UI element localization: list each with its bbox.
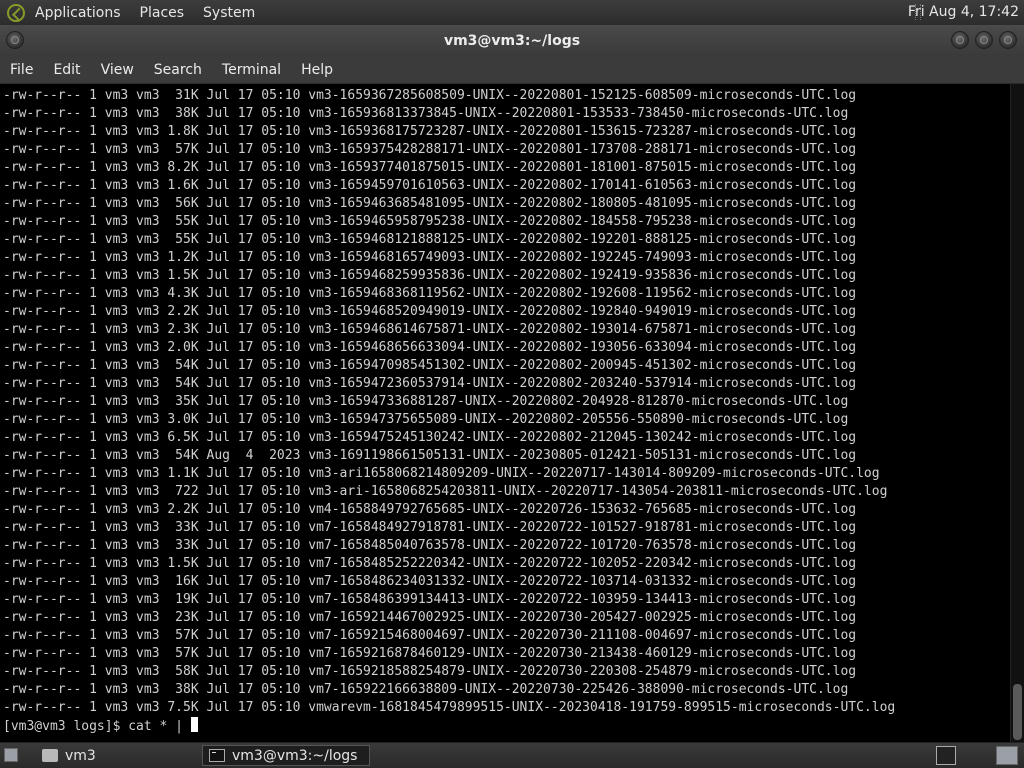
taskbar-item-file-manager[interactable]: vm3 bbox=[36, 745, 196, 766]
terminal-line: -rw-r--r-- 1 vm3 vm3 722 Jul 17 05:10 vm… bbox=[3, 484, 888, 499]
terminal-line: -rw-r--r-- 1 vm3 vm3 35K Jul 17 05:10 vm… bbox=[3, 394, 849, 409]
window-title: vm3@vm3:~/logs bbox=[443, 33, 581, 49]
workspace-switcher-icon[interactable] bbox=[996, 746, 1018, 765]
menu-terminal[interactable]: Terminal bbox=[212, 62, 291, 78]
taskbar-item-terminal[interactable]: vm3@vm3:~/logs bbox=[202, 745, 370, 766]
menu-search[interactable]: Search bbox=[144, 62, 212, 78]
terminal-line: -rw-r--r-- 1 vm3 vm3 38K Jul 17 05:10 vm… bbox=[3, 106, 849, 121]
terminal-menubar: File Edit View Search Terminal Help bbox=[0, 56, 1024, 84]
terminal-line: -rw-r--r-- 1 vm3 vm3 57K Jul 17 05:10 vm… bbox=[3, 628, 857, 643]
terminal-line: -rw-r--r-- 1 vm3 vm3 57K Jul 17 05:10 vm… bbox=[3, 142, 857, 157]
terminal-line: -rw-r--r-- 1 vm3 vm3 3.0K Jul 17 05:10 v… bbox=[3, 412, 849, 427]
clock[interactable]: Fri Aug 4, 17:42 bbox=[908, 4, 1019, 20]
terminal-line: -rw-r--r-- 1 vm3 vm3 2.3K Jul 17 05:10 v… bbox=[3, 322, 857, 337]
places-menu[interactable]: Places bbox=[138, 3, 187, 23]
tray-terminal-icon[interactable] bbox=[936, 746, 956, 765]
shell-prompt: [vm3@vm3 logs]$ cat * | bbox=[3, 719, 191, 734]
menu-help[interactable]: Help bbox=[291, 62, 343, 78]
folder-icon bbox=[42, 749, 58, 762]
text-cursor bbox=[190, 717, 198, 732]
terminal-line: -rw-r--r-- 1 vm3 vm3 2.2K Jul 17 05:10 v… bbox=[3, 304, 857, 319]
terminal-line: -rw-r--r-- 1 vm3 vm3 1.8K Jul 17 05:10 v… bbox=[3, 124, 857, 139]
scrollbar-thumb[interactable] bbox=[1013, 684, 1022, 740]
terminal-line: -rw-r--r-- 1 vm3 vm3 38K Jul 17 05:10 vm… bbox=[3, 682, 849, 697]
terminal-line: -rw-r--r-- 1 vm3 vm3 55K Jul 17 05:10 vm… bbox=[3, 232, 857, 247]
terminal-line: -rw-r--r-- 1 vm3 vm3 58K Jul 17 05:10 vm… bbox=[3, 664, 857, 679]
terminal-output[interactable]: -rw-r--r-- 1 vm3 vm3 31K Jul 17 05:10 vm… bbox=[0, 84, 1010, 742]
shell-prompt-line[interactable]: [vm3@vm3 logs]$ cat * | bbox=[3, 717, 198, 735]
terminal-line: -rw-r--r-- 1 vm3 vm3 54K Jul 17 05:10 vm… bbox=[3, 376, 857, 391]
terminal-line: -rw-r--r-- 1 vm3 vm3 4.3K Jul 17 05:10 v… bbox=[3, 286, 857, 301]
terminal-line: -rw-r--r-- 1 vm3 vm3 33K Jul 17 05:10 vm… bbox=[3, 520, 857, 535]
terminal-line: -rw-r--r-- 1 vm3 vm3 57K Jul 17 05:10 vm… bbox=[3, 646, 857, 661]
terminal-icon bbox=[209, 749, 225, 762]
terminal-line: -rw-r--r-- 1 vm3 vm3 54K Jul 17 05:10 vm… bbox=[3, 358, 857, 373]
terminal-line: -rw-r--r-- 1 vm3 vm3 1.5K Jul 17 05:10 v… bbox=[3, 268, 857, 283]
terminal-line: -rw-r--r-- 1 vm3 vm3 54K Aug 4 2023 vm3-… bbox=[3, 448, 857, 463]
terminal-line: -rw-r--r-- 1 vm3 vm3 19K Jul 17 05:10 vm… bbox=[3, 592, 857, 607]
bottom-taskbar: vm3 vm3@vm3:~/logs bbox=[0, 742, 1024, 768]
minimize-icon[interactable] bbox=[951, 31, 969, 49]
applications-menu[interactable]: Applications bbox=[33, 3, 123, 23]
terminal-line: -rw-r--r-- 1 vm3 vm3 56K Jul 17 05:10 vm… bbox=[3, 196, 857, 211]
close-icon[interactable] bbox=[999, 31, 1017, 49]
menu-edit[interactable]: Edit bbox=[43, 62, 90, 78]
terminal-line: -rw-r--r-- 1 vm3 vm3 2.2K Jul 17 05:10 v… bbox=[3, 502, 857, 517]
terminal-line: -rw-r--r-- 1 vm3 vm3 1.5K Jul 17 05:10 v… bbox=[3, 556, 857, 571]
maximize-icon[interactable] bbox=[975, 31, 993, 49]
taskbar-item-label: vm3 bbox=[65, 747, 96, 764]
terminal-line: -rw-r--r-- 1 vm3 vm3 16K Jul 17 05:10 vm… bbox=[3, 574, 857, 589]
terminal-line: -rw-r--r-- 1 vm3 vm3 31K Jul 17 05:10 vm… bbox=[3, 88, 857, 103]
menu-view[interactable]: View bbox=[91, 62, 144, 78]
distro-logo-icon[interactable] bbox=[7, 3, 25, 22]
show-desktop-icon[interactable] bbox=[4, 748, 18, 762]
terminal-line: -rw-r--r-- 1 vm3 vm3 2.0K Jul 17 05:10 v… bbox=[3, 340, 857, 355]
terminal-scrollbar[interactable] bbox=[1010, 84, 1024, 742]
terminal-line: -rw-r--r-- 1 vm3 vm3 6.5K Jul 17 05:10 v… bbox=[3, 430, 857, 445]
system-menu[interactable]: System bbox=[201, 3, 257, 23]
terminal-line: -rw-r--r-- 1 vm3 vm3 33K Jul 17 05:10 vm… bbox=[3, 538, 857, 553]
terminal-line: -rw-r--r-- 1 vm3 vm3 55K Jul 17 05:10 vm… bbox=[3, 214, 857, 229]
terminal-line: -rw-r--r-- 1 vm3 vm3 23K Jul 17 05:10 vm… bbox=[3, 610, 857, 625]
terminal-line: -rw-r--r-- 1 vm3 vm3 7.5K Jul 17 05:10 v… bbox=[3, 700, 896, 715]
terminal-line: -rw-r--r-- 1 vm3 vm3 8.2K Jul 17 05:10 v… bbox=[3, 160, 857, 175]
taskbar-item-label: vm3@vm3:~/logs bbox=[232, 747, 358, 764]
top-panel: Applications Places System Fri Aug 4, 17… bbox=[0, 0, 1024, 25]
terminal-line: -rw-r--r-- 1 vm3 vm3 1.1K Jul 17 05:10 v… bbox=[3, 466, 880, 481]
terminal-line: -rw-r--r-- 1 vm3 vm3 1.6K Jul 17 05:10 v… bbox=[3, 178, 857, 193]
menu-file[interactable]: File bbox=[0, 62, 43, 78]
window-titlebar[interactable]: vm3@vm3:~/logs bbox=[0, 25, 1024, 56]
terminal-line: -rw-r--r-- 1 vm3 vm3 1.2K Jul 17 05:10 v… bbox=[3, 250, 857, 265]
desktop: Applications Places System Fri Aug 4, 17… bbox=[0, 0, 1024, 768]
